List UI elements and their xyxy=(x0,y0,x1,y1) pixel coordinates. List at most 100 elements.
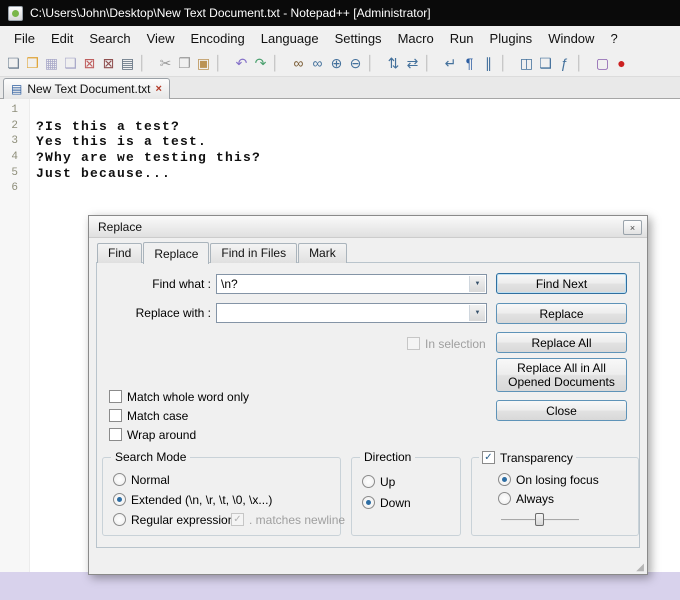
line-number: 2 xyxy=(11,119,18,132)
menu-window[interactable]: Window xyxy=(540,28,602,49)
direction-down-radio[interactable]: Down xyxy=(362,495,411,510)
dialog-title-bar[interactable]: Replace xyxy=(89,216,647,238)
tab-close-icon[interactable]: × xyxy=(156,83,162,95)
radio-label: Always xyxy=(516,491,555,506)
checkbox-box xyxy=(109,428,122,441)
transparency-checkbox[interactable]: ✓ Transparency xyxy=(479,450,576,465)
menu-help[interactable]: ? xyxy=(602,28,625,49)
radio-label: Regular expression xyxy=(131,512,235,527)
cut-icon[interactable]: ✂ xyxy=(156,53,175,73)
macro-record-icon[interactable]: ● xyxy=(612,53,631,73)
copy-icon[interactable]: ❐ xyxy=(175,53,194,73)
menu-file[interactable]: File xyxy=(6,28,43,49)
replace-icon[interactable]: ∞ xyxy=(308,53,327,73)
dialog-tabs: Find Replace Find in Files Mark xyxy=(97,242,348,264)
undo-icon[interactable]: ↶ xyxy=(232,53,251,73)
tab-replace[interactable]: Replace xyxy=(143,242,210,264)
replace-all-button[interactable]: Replace All xyxy=(496,332,627,353)
find-next-button[interactable]: Find Next xyxy=(496,273,627,294)
save-all-icon[interactable]: ❑ xyxy=(61,53,80,73)
menu-view[interactable]: View xyxy=(139,28,183,49)
toolbar-separator: ▏ xyxy=(502,55,513,71)
monitor-icon[interactable]: ▢ xyxy=(593,53,612,73)
title-bar[interactable]: C:\Users\John\Desktop\New Text Document.… xyxy=(0,0,680,26)
menu-language[interactable]: Language xyxy=(253,28,327,49)
save-icon[interactable]: ▦ xyxy=(42,53,61,73)
find-what-combobox[interactable]: \n? ▼ xyxy=(216,274,487,294)
dropdown-arrow-icon[interactable]: ▼ xyxy=(469,305,485,321)
line-number: 4 xyxy=(11,151,18,164)
replace-all-open-docs-button[interactable]: Replace All in All Opened Documents xyxy=(496,358,627,392)
menu-edit[interactable]: Edit xyxy=(43,28,81,49)
transparency-on-losing-focus-radio[interactable]: On losing focus xyxy=(498,472,599,487)
find-icon[interactable]: ∞ xyxy=(289,53,308,73)
menu-macro[interactable]: Macro xyxy=(390,28,442,49)
match-whole-word-checkbox[interactable]: Match whole word only xyxy=(109,389,249,404)
direction-up-radio[interactable]: Up xyxy=(362,474,395,489)
line-text: Just because... xyxy=(36,165,172,181)
checkbox-label: Match case xyxy=(127,408,189,423)
close-all-icon[interactable]: ⊠ xyxy=(99,53,118,73)
radio-label: Up xyxy=(380,474,396,489)
tab-find[interactable]: Find xyxy=(97,243,143,263)
function-list-icon[interactable]: ƒ xyxy=(555,53,574,73)
menu-plugins[interactable]: Plugins xyxy=(482,28,541,49)
menu-encoding[interactable]: Encoding xyxy=(183,28,253,49)
notepad-plus-plus-window: C:\Users\John\Desktop\New Text Document.… xyxy=(0,0,680,600)
replace-with-combobox[interactable]: ▼ xyxy=(216,303,487,323)
transparency-always-radio[interactable]: Always xyxy=(498,491,554,506)
line-text xyxy=(24,181,36,197)
wrap-around-checkbox[interactable]: Wrap around xyxy=(109,427,196,442)
radio-button xyxy=(113,473,126,486)
find-what-value: \n? xyxy=(221,277,238,291)
dialog-title: Replace xyxy=(98,219,143,234)
line-number: 6 xyxy=(11,182,18,195)
doc-map-icon[interactable]: ◫ xyxy=(517,53,536,73)
sync-horizontal-scroll-icon[interactable]: ⇄ xyxy=(403,53,422,73)
line-number: 3 xyxy=(11,135,18,148)
checkbox-box: ✓ xyxy=(482,451,495,464)
menu-settings[interactable]: Settings xyxy=(327,28,390,49)
zoom-out-icon[interactable]: ⊖ xyxy=(346,53,365,73)
checkbox-label: Transparency xyxy=(500,450,573,465)
dialog-close-button[interactable]: × xyxy=(623,220,642,235)
checkbox-label: In selection xyxy=(425,336,486,351)
checkbox-box xyxy=(109,390,122,403)
search-mode-regex-radio[interactable]: Regular expression xyxy=(113,512,234,527)
line-number: 5 xyxy=(11,166,18,179)
replace-with-label: Replace with : xyxy=(135,306,211,320)
transparency-slider[interactable] xyxy=(501,513,579,527)
close-button[interactable]: Close xyxy=(496,400,627,421)
menu-search[interactable]: Search xyxy=(81,28,138,49)
line-text xyxy=(24,103,36,119)
close-file-icon[interactable]: ⊠ xyxy=(80,53,99,73)
print-icon[interactable]: ▤ xyxy=(118,53,137,73)
resize-grip-icon[interactable]: ◢ xyxy=(636,563,644,573)
toolbar-separator: ▏ xyxy=(274,55,285,71)
search-mode-normal-radio[interactable]: Normal xyxy=(113,472,170,487)
find-what-label: Find what : xyxy=(152,277,211,291)
paste-icon[interactable]: ▣ xyxy=(194,53,213,73)
word-wrap-icon[interactable]: ↵ xyxy=(441,53,460,73)
tab-mark[interactable]: Mark xyxy=(298,243,347,263)
tab-find-in-files[interactable]: Find in Files xyxy=(210,243,298,263)
dropdown-arrow-icon[interactable]: ▼ xyxy=(469,276,485,292)
replace-button[interactable]: Replace xyxy=(496,303,627,324)
editor-lines: 1 2 ?Is this a test? 3 Yes this is a tes… xyxy=(0,103,680,197)
tab-new-text-document[interactable]: ▤ New Text Document.txt × xyxy=(3,78,170,99)
match-case-checkbox[interactable]: Match case xyxy=(109,408,188,423)
toolbar-separator: ▏ xyxy=(141,55,152,71)
menu-run[interactable]: Run xyxy=(442,28,482,49)
show-all-characters-icon[interactable]: ¶ xyxy=(460,53,479,73)
sync-vertical-scroll-icon[interactable]: ⇅ xyxy=(384,53,403,73)
search-mode-extended-radio[interactable]: Extended (\n, \r, \t, \0, \x...) xyxy=(113,492,272,507)
radio-button xyxy=(362,475,375,488)
slider-thumb[interactable] xyxy=(535,513,544,526)
open-folder-icon[interactable]: ❒ xyxy=(23,53,42,73)
zoom-in-icon[interactable]: ⊕ xyxy=(327,53,346,73)
indent-guide-icon[interactable]: ∥ xyxy=(479,53,498,73)
redo-icon[interactable]: ↷ xyxy=(251,53,270,73)
line-text: Yes this is a test. xyxy=(36,134,208,150)
doc-switcher-icon[interactable]: ❑ xyxy=(536,53,555,73)
new-file-icon[interactable]: ❏ xyxy=(4,53,23,73)
